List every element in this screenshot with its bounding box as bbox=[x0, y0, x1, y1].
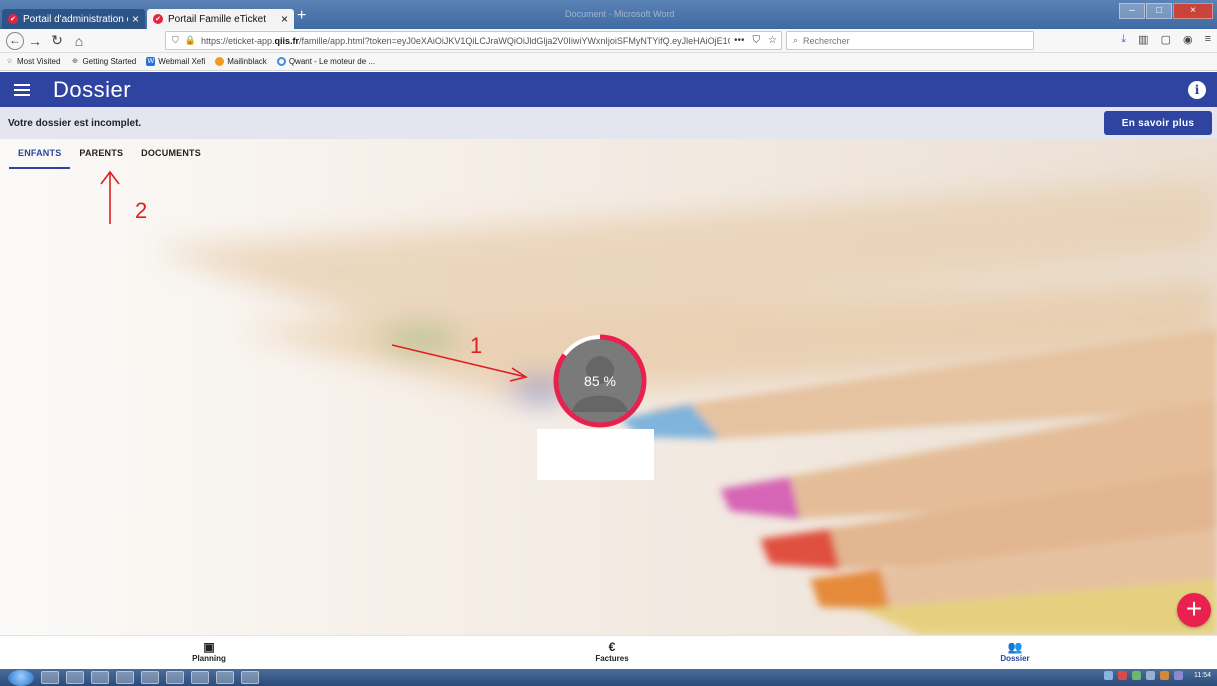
window-controls: – □ × bbox=[1119, 3, 1213, 19]
back-icon[interactable]: ← bbox=[6, 31, 24, 50]
clock: 11:54 bbox=[1194, 672, 1211, 679]
close-tab-icon[interactable]: × bbox=[281, 12, 288, 26]
page-actions-icon[interactable]: ••• bbox=[734, 35, 745, 46]
dossier-tabs: ENFANTS PARENTS DOCUMENTS bbox=[0, 139, 1217, 169]
app-header: Dossier i bbox=[0, 72, 1217, 107]
firefox-icon: ⊕ bbox=[72, 58, 78, 65]
tray-icon[interactable] bbox=[1146, 671, 1155, 680]
close-window-button[interactable]: × bbox=[1173, 3, 1213, 19]
menu-icon[interactable]: ≡ bbox=[1205, 33, 1211, 46]
lock-icon: 🔒 bbox=[184, 35, 196, 45]
toolbar-icons: ⤓ ▥ ▢ ◉ ≡ bbox=[1121, 33, 1211, 46]
search-placeholder: Rechercher bbox=[803, 35, 850, 46]
mail-icon: W bbox=[146, 57, 156, 66]
start-button[interactable] bbox=[8, 669, 34, 686]
euro-icon: € bbox=[608, 640, 616, 654]
eticket-favicon-icon: ✔ bbox=[153, 14, 163, 24]
taskbar-app-icon[interactable] bbox=[91, 671, 109, 684]
url-bar[interactable]: ⛉ 🔒 https://eticket-app.qiis.fr/famille/… bbox=[165, 31, 782, 50]
home-icon[interactable]: ⌂ bbox=[68, 33, 90, 49]
learn-more-button[interactable]: En savoir plus bbox=[1104, 111, 1212, 135]
account-icon[interactable]: ◉ bbox=[1183, 33, 1193, 46]
volume-icon[interactable] bbox=[1174, 671, 1183, 680]
annotation-arrow-1 bbox=[391, 344, 528, 382]
star-icon: ☆ bbox=[6, 58, 13, 65]
add-button[interactable]: + bbox=[1177, 593, 1211, 627]
page-title: Dossier bbox=[53, 76, 132, 102]
screen: ✔ Portail d'administration eTicket × ✔ P… bbox=[0, 0, 1217, 686]
bookmark-most-visited[interactable]: ☆ Most Visited bbox=[5, 57, 60, 66]
minimize-button[interactable]: – bbox=[1119, 3, 1145, 19]
windows-taskbar: 11:54 bbox=[0, 669, 1217, 686]
tray-icon[interactable] bbox=[1160, 671, 1169, 680]
taskbar-app-icon[interactable] bbox=[116, 671, 134, 684]
notice-text: Votre dossier est incomplet. bbox=[8, 117, 142, 129]
window-title: Document - Microsoft Word bbox=[565, 9, 675, 19]
bookmarks-bar: ☆ Most Visited ⊕ Getting Started W Webma… bbox=[0, 53, 1217, 71]
taskbar-app-icon[interactable] bbox=[66, 671, 84, 684]
maximize-button[interactable]: □ bbox=[1146, 3, 1172, 19]
mailinblack-icon bbox=[215, 57, 225, 66]
shield-icon: ⛉ bbox=[172, 35, 179, 45]
pocket-icon[interactable]: ⛉ bbox=[753, 35, 761, 46]
taskbar-app-icon[interactable] bbox=[141, 671, 159, 684]
tray-icon[interactable] bbox=[1104, 671, 1113, 680]
nav-factures[interactable]: € Factures bbox=[572, 640, 652, 663]
taskbar-app-icon[interactable] bbox=[166, 671, 184, 684]
close-tab-icon[interactable]: × bbox=[132, 12, 139, 26]
tab-documents[interactable]: DOCUMENTS bbox=[132, 139, 210, 169]
child-name-card[interactable] bbox=[537, 429, 654, 480]
taskbar-app-icon[interactable] bbox=[241, 671, 259, 684]
taskbar-app-icon[interactable] bbox=[191, 671, 209, 684]
tab-enfants[interactable]: ENFANTS bbox=[9, 139, 71, 169]
bookmark-star-icon[interactable]: ☆ bbox=[768, 35, 777, 46]
browser-tab-admin[interactable]: ✔ Portail d'administration eTicket × bbox=[2, 9, 145, 29]
eticket-favicon-icon: ✔ bbox=[8, 14, 18, 24]
download-icon[interactable]: ⤓ bbox=[1121, 33, 1126, 46]
completion-progress-ring[interactable]: 85 % bbox=[551, 332, 649, 430]
forward-icon[interactable]: → bbox=[24, 33, 46, 49]
browser-tab-bar: ✔ Portail d'administration eTicket × ✔ P… bbox=[0, 0, 1217, 29]
new-tab-button[interactable]: + bbox=[297, 8, 313, 25]
bookmark-mailinblack[interactable]: Mailinblack bbox=[215, 57, 267, 66]
taskbar-app-icon[interactable] bbox=[216, 671, 234, 684]
tray-icon[interactable] bbox=[1132, 671, 1141, 680]
tab-parents[interactable]: PARENTS bbox=[70, 139, 132, 169]
bottom-nav: ▣ Planning € Factures 👥 Dossier bbox=[0, 635, 1217, 669]
tray-icon[interactable] bbox=[1118, 671, 1127, 680]
tab-label: Portail d'administration eTicket bbox=[23, 13, 128, 25]
browser-nav-bar: ← → ↻ ⌂ ⛉ 🔒 https://eticket-app.qiis.fr/… bbox=[0, 29, 1217, 53]
url-text: https://eticket-app.qiis.fr/famille/app.… bbox=[200, 35, 731, 46]
annotation-arrow-2 bbox=[100, 170, 120, 224]
info-icon[interactable]: i bbox=[1188, 81, 1206, 99]
incomplete-notice: Votre dossier est incomplet. En savoir p… bbox=[0, 107, 1217, 139]
nav-dossier[interactable]: 👥 Dossier bbox=[975, 640, 1055, 663]
annotation-number-1: 1 bbox=[470, 333, 483, 358]
people-icon: 👥 bbox=[1007, 640, 1023, 654]
annotation-number-2: 2 bbox=[135, 198, 148, 223]
bookmark-webmail[interactable]: W Webmail Xefi bbox=[146, 57, 205, 66]
calendar-icon: ▣ bbox=[203, 640, 215, 654]
system-tray: 11:54 bbox=[1104, 671, 1211, 680]
progress-label: 85 % bbox=[584, 373, 616, 389]
search-icon: ⌕ bbox=[793, 35, 799, 45]
library-icon[interactable]: ▥ bbox=[1138, 33, 1148, 46]
sidebar-icon[interactable]: ▢ bbox=[1161, 33, 1171, 46]
search-input[interactable]: ⌕ Rechercher bbox=[786, 31, 1034, 50]
taskbar-app-icon[interactable] bbox=[41, 671, 59, 684]
hamburger-menu-icon[interactable] bbox=[14, 83, 30, 96]
bookmark-getting-started[interactable]: ⊕ Getting Started bbox=[70, 57, 136, 66]
browser-tab-famille[interactable]: ✔ Portail Famille eTicket × bbox=[147, 9, 294, 29]
tab-label: Portail Famille eTicket bbox=[168, 13, 266, 25]
bookmark-qwant[interactable]: Qwant - Le moteur de ... bbox=[276, 57, 375, 66]
reload-icon[interactable]: ↻ bbox=[46, 32, 68, 49]
nav-planning[interactable]: ▣ Planning bbox=[169, 640, 249, 663]
qwant-icon bbox=[276, 57, 286, 66]
